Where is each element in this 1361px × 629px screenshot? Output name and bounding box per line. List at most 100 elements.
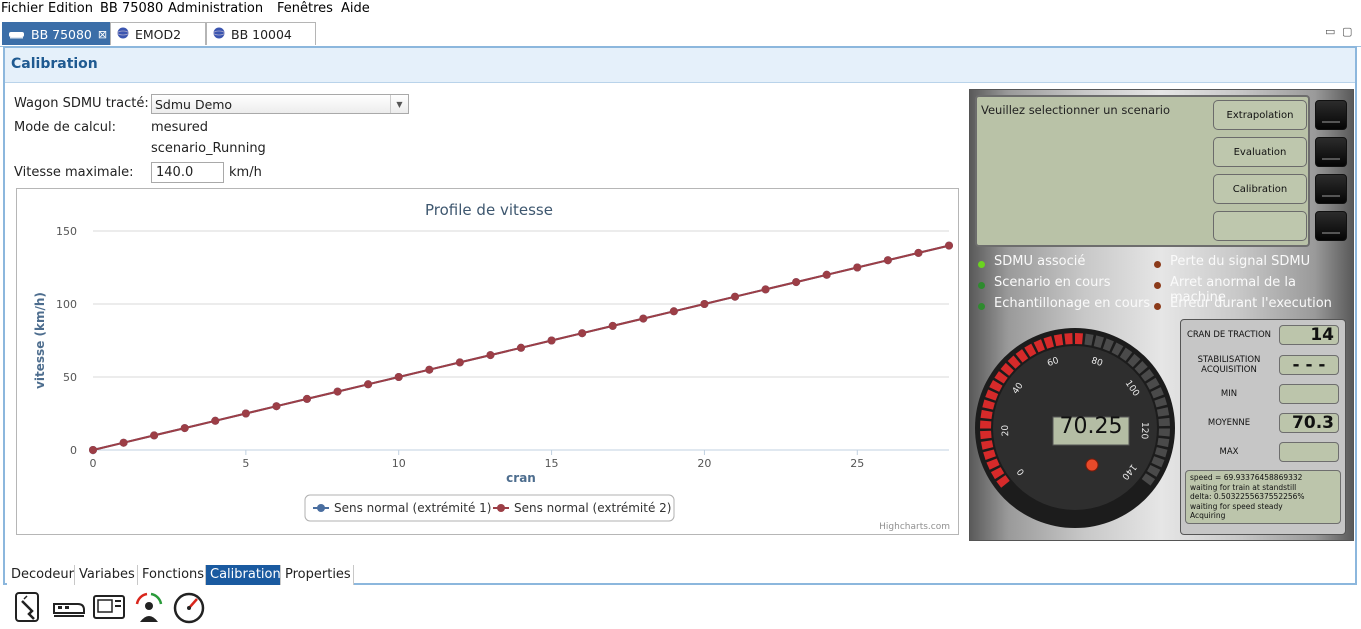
data-point <box>792 278 801 287</box>
evaluation-button[interactable]: Evaluation <box>1213 137 1307 167</box>
extrapolation-button[interactable]: Extrapolation <box>1213 100 1307 130</box>
sdmu-dashboard: Veuillez selectionner un scenario Extrap… <box>969 89 1354 541</box>
scenario-message: Veuillez selectionner un scenario <box>981 103 1171 117</box>
log-line: waiting for train at standstill <box>1190 482 1297 492</box>
legend-symbol-dot <box>317 504 325 512</box>
gauge-segment <box>1075 333 1084 345</box>
tab-fonctions[interactable]: Fonctions <box>138 565 206 585</box>
empty-toggle[interactable] <box>1315 211 1347 241</box>
menu-fenetres[interactable]: Fenêtres <box>277 1 333 16</box>
calibration-button[interactable]: Calibration <box>1213 174 1307 204</box>
cran-label: CRAN DE TRACTION <box>1186 330 1272 340</box>
gauge-segment <box>980 430 992 440</box>
acquisition-label: ACQUISITION <box>1201 365 1257 375</box>
min-value <box>1279 384 1339 404</box>
data-point <box>547 336 556 345</box>
gauge-led <box>1085 458 1099 472</box>
gauge-segment <box>1158 417 1170 427</box>
x-tick-label: 5 <box>242 457 249 470</box>
legend-label: Sens normal (extrémité 2) <box>514 501 672 515</box>
pointer-card-icon[interactable] <box>12 590 46 624</box>
bottom-toolbar <box>0 588 1361 629</box>
data-point <box>945 241 953 250</box>
status-erreur: Erreur durant l'execution <box>1170 296 1332 311</box>
train-icon[interactable] <box>52 590 86 624</box>
data-point <box>486 351 495 360</box>
calibration-toggle[interactable] <box>1315 174 1347 204</box>
tab-decodeur[interactable]: Decodeur <box>7 565 75 585</box>
chevron-down-icon[interactable]: ▼ <box>390 95 408 113</box>
x-tick-label: 0 <box>90 457 97 470</box>
tab-calibration[interactable]: Calibration <box>206 565 281 585</box>
speedometer-gauge: 0204060 80100120140 70.25 <box>975 328 1175 528</box>
vitesse-input[interactable]: 140.0 <box>151 162 224 183</box>
menu-edition[interactable]: Edition <box>48 1 93 16</box>
data-point <box>241 409 250 418</box>
view-header: Calibration <box>5 48 1355 83</box>
wagon-select[interactable]: Sdmu Demo ▼ <box>151 94 409 114</box>
data-point <box>853 263 862 272</box>
wagon-select-value: Sdmu Demo <box>155 97 233 112</box>
mode-label: Mode de calcul: <box>14 120 117 135</box>
x-tick-label: 25 <box>850 457 864 470</box>
gauge-value: 70.25 <box>1060 414 1123 439</box>
data-point <box>822 270 831 279</box>
close-icon[interactable]: ⊠ <box>98 28 107 41</box>
tab-bb75080[interactable]: BB 75080 ⊠ <box>2 22 110 45</box>
train-icon <box>9 27 25 42</box>
menu-fichier[interactable]: Fichier <box>1 1 44 16</box>
data-point <box>394 373 403 381</box>
chart-svg: Profile de vitesse 0 50 100 150 0 5 10 15 20 25 cra… <box>33 201 953 532</box>
tab-bb10004[interactable]: BB 10004 <box>206 22 316 45</box>
chart-credits: Highcharts.com <box>879 522 950 532</box>
terminal-icon[interactable] <box>92 590 126 624</box>
min-label: MIN <box>1220 389 1238 399</box>
scenario-lcd: Veuillez selectionner un scenario Extrap… <box>975 95 1310 247</box>
data-point <box>119 438 128 447</box>
speedometer-icon[interactable] <box>172 590 206 624</box>
evaluation-toggle[interactable] <box>1315 137 1347 167</box>
log-box: speed = 69.93376458869332 waiting for tr… <box>1185 470 1341 524</box>
menu-administration[interactable]: Administration <box>168 1 263 16</box>
moyenne-label: MOYENNE <box>1207 418 1251 428</box>
x-tick-label: 20 <box>697 457 711 470</box>
x-tick-label: 10 <box>392 457 406 470</box>
data-point <box>211 416 220 425</box>
tab-label: EMOD2 <box>135 26 182 42</box>
maximize-icon[interactable]: ▢ <box>1342 25 1352 38</box>
data-point <box>333 387 342 396</box>
mode-value: mesured <box>151 120 208 135</box>
max-value <box>1279 442 1339 462</box>
minimize-icon[interactable]: ▭ <box>1325 25 1335 38</box>
gauge-segment <box>980 420 992 429</box>
vitesse-label: Vitesse maximale: <box>14 165 134 180</box>
stabilisation-label: STABILISATION <box>1197 355 1261 365</box>
page-title: Calibration <box>11 56 98 72</box>
status-scenario: Scenario en cours <box>994 275 1111 290</box>
gauge-segment <box>1064 333 1073 345</box>
calibration-editor: Calibration Wagon SDMU tracté: Sdmu Demo… <box>3 46 1357 585</box>
status-sdmu-associe: SDMU associé <box>994 254 1086 269</box>
speed-profile-chart: Profile de vitesse 0 50 100 150 0 5 10 15 20 25 cra… <box>16 188 959 535</box>
legend-symbol-dot <box>497 504 505 512</box>
empty-scenario-button[interactable] <box>1213 211 1307 241</box>
data-point <box>364 380 373 389</box>
data-point <box>914 248 923 257</box>
tab-label: BB 10004 <box>231 26 292 42</box>
status-led <box>1154 261 1161 268</box>
tab-emod2[interactable]: EMOD2 <box>110 22 206 45</box>
status-led <box>1154 303 1161 310</box>
menu-aide[interactable]: Aide <box>341 1 370 16</box>
scenario-value: scenario_Running <box>151 141 266 156</box>
extrapolation-toggle[interactable] <box>1315 100 1347 130</box>
operator-sync-icon[interactable] <box>132 590 166 624</box>
status-led <box>1154 282 1161 289</box>
editor-tabstrip: BB 75080 ⊠ EMOD2 BB 10004 ▭ ▢ <box>0 22 1361 47</box>
tab-variabes[interactable]: Variabes <box>75 565 138 585</box>
data-point <box>761 285 770 294</box>
tab-properties[interactable]: Properties <box>281 565 354 585</box>
gauge-tick-label: 120 <box>1139 422 1150 440</box>
gauge-tick-label: 20 <box>1001 424 1011 436</box>
menu-bb75080[interactable]: BB 75080 <box>100 1 163 16</box>
data-point <box>180 424 189 433</box>
